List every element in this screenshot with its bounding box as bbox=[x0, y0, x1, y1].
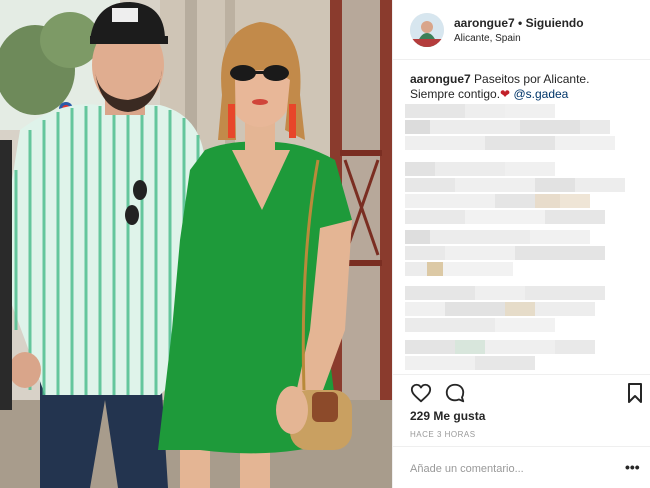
comment-input[interactable] bbox=[410, 460, 610, 478]
post-sidebar: aarongue7 • Siguiendo Alicante, Spain aa… bbox=[392, 0, 650, 488]
location-link[interactable]: Alicante, Spain bbox=[454, 33, 521, 44]
post-header: aarongue7 • Siguiendo Alicante, Spain bbox=[393, 0, 650, 60]
username-link[interactable]: aarongue7 bbox=[454, 16, 515, 30]
comment-row: ••• bbox=[393, 446, 650, 488]
avatar[interactable] bbox=[410, 13, 444, 47]
more-options-button[interactable]: ••• bbox=[625, 459, 640, 475]
pixelated-comments-block bbox=[405, 104, 625, 370]
avatar-photo-icon bbox=[410, 13, 444, 47]
photo-couple-icon bbox=[0, 0, 392, 488]
post-photo[interactable] bbox=[0, 0, 392, 488]
caption-text-line1: Paseitos por Alicante. bbox=[474, 72, 590, 86]
comment-bubble-icon[interactable] bbox=[444, 382, 466, 404]
post-time: HACE 3 HORAS bbox=[410, 430, 476, 439]
post-actions: 229 Me gusta HACE 3 HORAS ••• bbox=[393, 374, 650, 488]
heart-icon[interactable] bbox=[410, 382, 432, 404]
following-button[interactable]: Siguiendo bbox=[526, 16, 584, 30]
caption-username[interactable]: aarongue7 bbox=[410, 72, 471, 86]
red-heart-icon: ❤ bbox=[500, 87, 511, 101]
caption: aarongue7 Paseitos por Alicante. Siempre… bbox=[410, 72, 640, 102]
pixelated-comments bbox=[405, 104, 643, 374]
separator-dot: • bbox=[518, 16, 523, 30]
mention-link[interactable]: @s.gadea bbox=[513, 87, 568, 101]
caption-text-line2: Siempre contigo. bbox=[410, 87, 501, 101]
likes-count[interactable]: 229 Me gusta bbox=[410, 409, 485, 423]
header-user-line: aarongue7 • Siguiendo bbox=[454, 16, 584, 30]
bookmark-icon[interactable] bbox=[627, 382, 643, 404]
